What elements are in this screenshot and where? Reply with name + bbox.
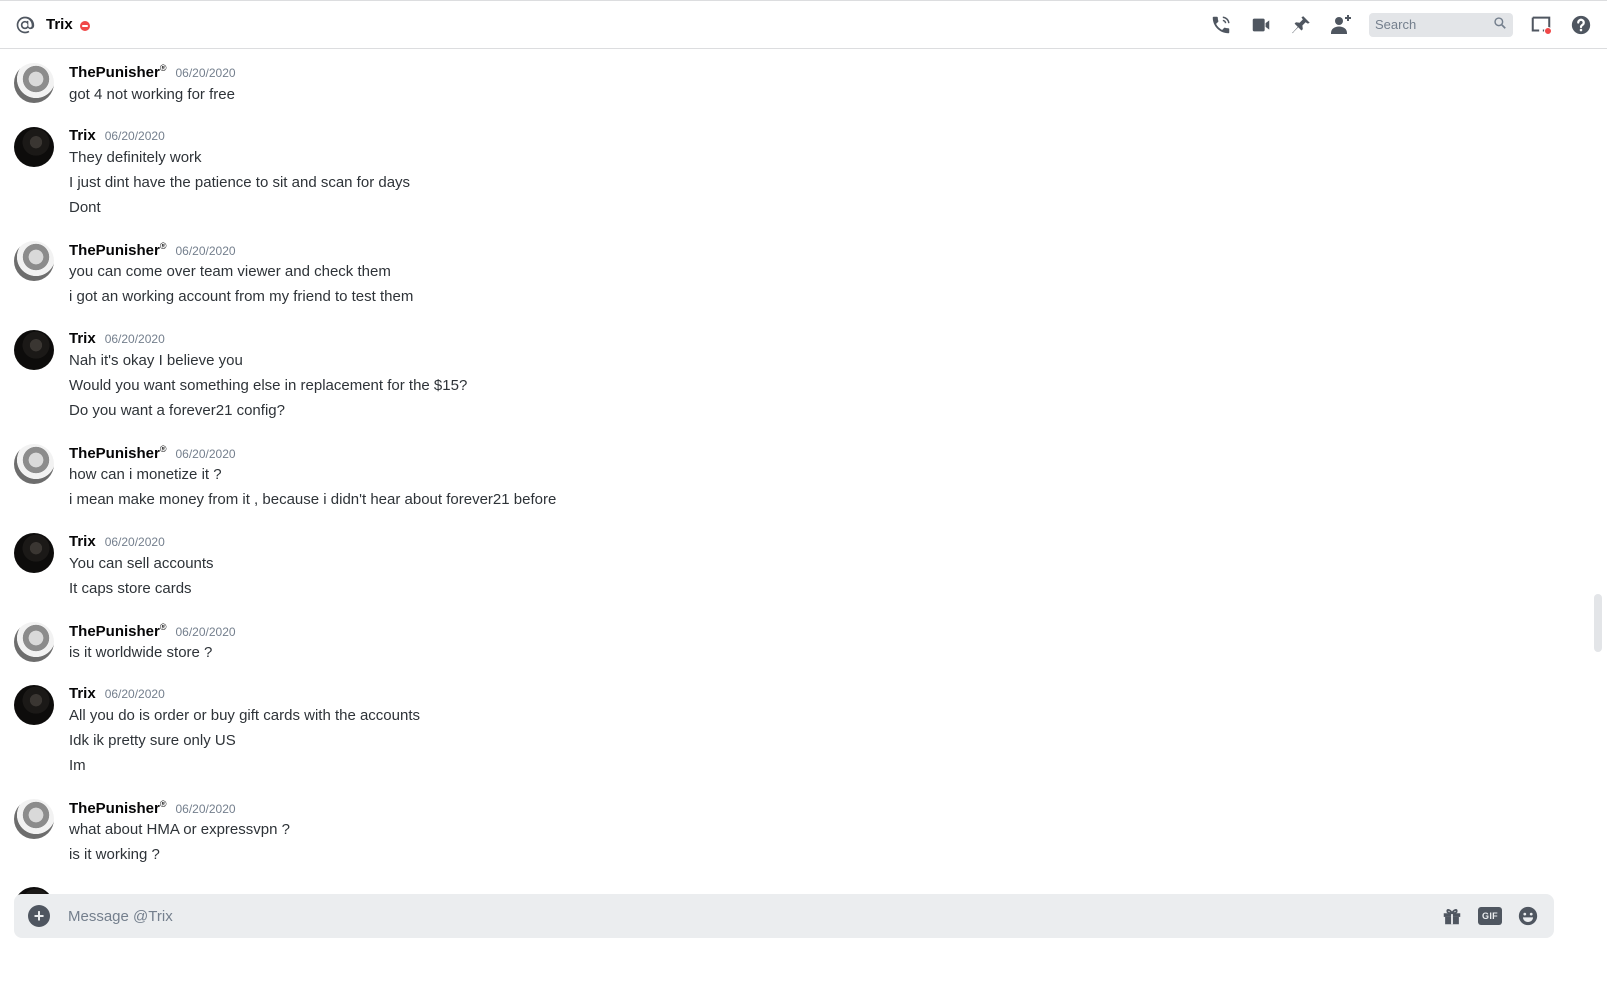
avatar[interactable] — [14, 685, 54, 725]
avatar[interactable] — [14, 127, 54, 167]
avatar[interactable] — [14, 241, 54, 281]
message-timestamp: 06/20/2020 — [104, 687, 165, 701]
message-timestamp: 06/20/2020 — [104, 535, 165, 549]
help-icon[interactable] — [1569, 13, 1593, 37]
channel-header: Trix — [0, 0, 1607, 49]
avatar[interactable] — [14, 63, 54, 103]
username[interactable]: ThePunisher® — [69, 63, 167, 81]
message-text: i got an working account from my friend … — [69, 288, 414, 305]
dnd-status-icon — [79, 20, 90, 31]
add-attachment-icon[interactable]: + — [28, 905, 50, 927]
username[interactable]: ThePunisher® — [69, 799, 167, 817]
search-input[interactable] — [1375, 17, 1493, 32]
username[interactable]: Trix — [69, 127, 96, 144]
gif-icon[interactable]: GIF — [1478, 904, 1502, 928]
message-text: Im — [69, 757, 86, 774]
message-timestamp: 06/20/2020 — [175, 66, 236, 80]
avatar[interactable] — [14, 622, 54, 662]
avatar[interactable] — [14, 799, 54, 839]
message-text: Nah it's okay I believe you — [69, 352, 243, 369]
avatar[interactable] — [14, 533, 54, 573]
search-bar[interactable] — [1369, 12, 1513, 37]
emoji-icon[interactable] — [1516, 904, 1540, 928]
avatar[interactable] — [14, 330, 54, 370]
voice-call-icon[interactable] — [1209, 13, 1233, 37]
at-icon — [14, 14, 36, 36]
message-timestamp: 06/20/2020 — [104, 332, 165, 346]
username[interactable]: Trix — [69, 533, 96, 550]
message-input[interactable] — [68, 894, 1426, 938]
username[interactable]: ThePunisher® — [69, 622, 167, 640]
message-composer: + GIF — [14, 894, 1554, 938]
message-timestamp: 06/20/2020 — [175, 625, 236, 639]
message-text: Do you want a forever21 config? — [69, 402, 285, 419]
message-text: Would you want something else in replace… — [69, 377, 468, 394]
message-list[interactable]: ThePunisher® 06/20/2020 got 4 not working… — [0, 49, 1590, 915]
inbox-icon[interactable] — [1529, 13, 1553, 37]
username[interactable]: Trix — [69, 330, 96, 347]
message-text: They definitely work — [69, 149, 202, 166]
message-text: what about HMA or expressvpn ? — [69, 821, 290, 838]
message-text: got 4 not working for free — [69, 86, 235, 103]
message-text: Dont — [69, 199, 101, 216]
message-text: you can come over team viewer and check … — [69, 263, 391, 280]
add-friend-icon[interactable] — [1329, 13, 1353, 37]
username[interactable]: ThePunisher® — [69, 444, 167, 462]
message-text: It caps store cards — [69, 580, 192, 597]
message-timestamp: 06/20/2020 — [175, 802, 236, 816]
message-text: All you do is order or buy gift cards wi… — [69, 707, 421, 724]
message-scrollbar[interactable] — [1590, 49, 1607, 891]
gift-icon[interactable] — [1440, 904, 1464, 928]
header-toolbar — [1193, 12, 1593, 37]
pin-icon[interactable] — [1289, 13, 1313, 37]
message-text: is it working ? — [69, 846, 160, 863]
avatar[interactable] — [14, 444, 54, 484]
message-text: You can sell accounts — [69, 555, 214, 572]
message-text: is it worldwide store ? — [69, 644, 213, 661]
inbox-unread-badge — [1544, 26, 1552, 35]
video-call-icon[interactable] — [1249, 13, 1273, 37]
username[interactable]: ThePunisher® — [69, 241, 167, 259]
channel-title: Trix — [46, 16, 73, 33]
message-timestamp: 06/20/2020 — [104, 129, 165, 143]
message-timestamp: 06/20/2020 — [175, 244, 236, 258]
message-text: how can i monetize it ? — [69, 466, 222, 483]
message-text: i mean make money from it , because i di… — [69, 491, 557, 508]
message-text: I just dint have the patience to sit and… — [69, 174, 411, 191]
scrollbar-thumb[interactable] — [1594, 594, 1602, 652]
message-text: Idk ik pretty sure only US — [69, 732, 236, 749]
search-icon[interactable] — [1493, 16, 1507, 33]
message-timestamp: 06/20/2020 — [175, 447, 236, 461]
username[interactable]: Trix — [69, 685, 96, 702]
